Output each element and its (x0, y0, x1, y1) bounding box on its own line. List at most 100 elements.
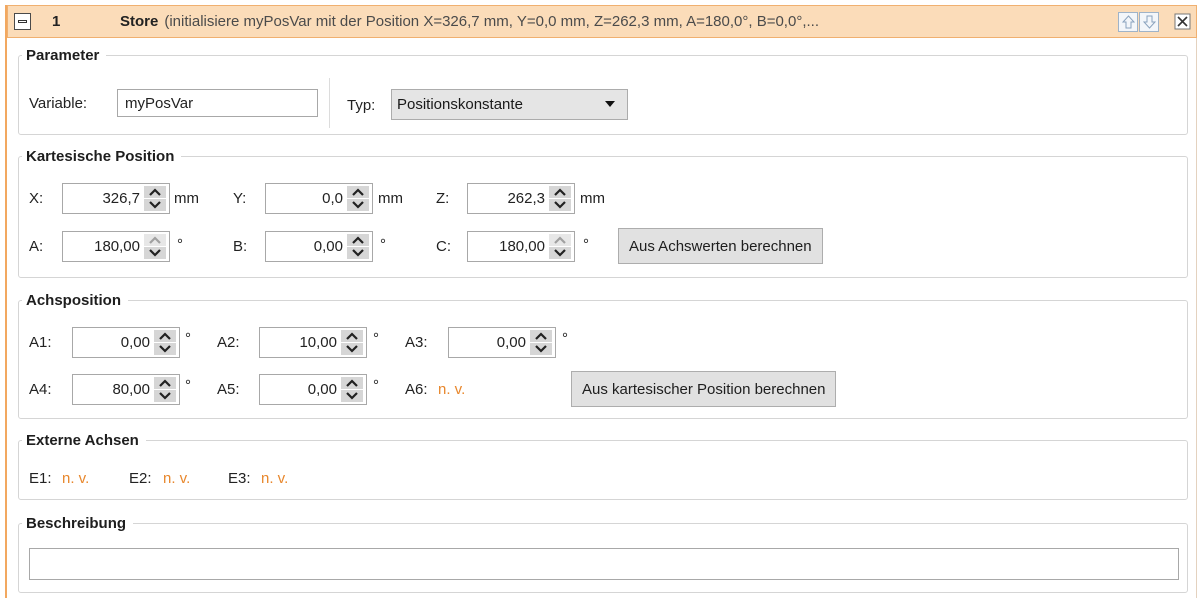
a5-decrement-button[interactable] (341, 390, 363, 402)
description-input[interactable] (29, 548, 1179, 580)
a-spinner[interactable] (144, 234, 166, 259)
a1-spinner[interactable] (154, 330, 176, 355)
chevron-up-icon (159, 379, 171, 387)
b-spinner[interactable] (347, 234, 369, 259)
a-value-input[interactable]: 180,00 (62, 231, 170, 262)
a1-value: 0,00 (120, 334, 150, 351)
y-value-input[interactable]: 0,0 (265, 183, 373, 214)
a5-unit: ° (373, 377, 379, 394)
move-down-button[interactable] (1139, 12, 1159, 32)
a2-spinner[interactable] (341, 330, 363, 355)
e2-label: E2: (129, 470, 152, 487)
z-value: 262,3 (507, 190, 545, 207)
y-increment-button[interactable] (347, 186, 369, 198)
calc-from-axes-button[interactable]: Aus Achswerten berechnen (618, 228, 823, 264)
a4-decrement-button[interactable] (154, 390, 176, 402)
a4-value: 80,00 (112, 381, 150, 398)
y-decrement-button[interactable] (347, 199, 369, 211)
chevron-down-icon (554, 249, 566, 257)
e1-not-available: n. v. (62, 470, 90, 487)
a4-label: A4: (29, 381, 52, 398)
c-increment-button[interactable] (549, 234, 571, 246)
a1-unit: ° (185, 330, 191, 347)
x-spinner[interactable] (144, 186, 166, 211)
z-spinner[interactable] (549, 186, 571, 211)
x-increment-button[interactable] (144, 186, 166, 198)
x-value-input[interactable]: 326,7 (62, 183, 170, 214)
a5-increment-button[interactable] (341, 377, 363, 389)
a3-unit: ° (562, 330, 568, 347)
a4-spinner[interactable] (154, 377, 176, 402)
a3-value-input[interactable]: 0,00 (448, 327, 556, 358)
a3-decrement-button[interactable] (530, 343, 552, 355)
typ-dropdown[interactable]: Positionskonstante (391, 89, 628, 120)
c-decrement-button[interactable] (549, 247, 571, 259)
store-command-panel: 1 Store (initialisiere myPosVar mit der P… (5, 5, 1197, 598)
x-label: X: (29, 190, 44, 207)
external-axes-group: Externe Achsen (18, 432, 1188, 500)
a3-value: 0,00 (496, 334, 526, 351)
a-label: A: (29, 238, 44, 255)
calc-from-cartesian-button[interactable]: Aus kartesischer Position berechnen (571, 371, 837, 407)
chevron-up-icon (346, 379, 358, 387)
command-header[interactable]: 1 Store (initialisiere myPosVar mit der P… (7, 5, 1197, 38)
c-spinner[interactable] (549, 234, 571, 259)
x-decrement-button[interactable] (144, 199, 166, 211)
x-value: 326,7 (102, 190, 140, 207)
move-up-button[interactable] (1118, 12, 1138, 32)
a1-decrement-button[interactable] (154, 343, 176, 355)
z-decrement-button[interactable] (549, 199, 571, 211)
a5-value-input[interactable]: 0,00 (259, 374, 367, 405)
b-value-input[interactable]: 0,00 (265, 231, 373, 262)
c-label: C: (436, 238, 451, 255)
c-unit: ° (583, 236, 589, 253)
a1-value-input[interactable]: 0,00 (72, 327, 180, 358)
y-spinner[interactable] (347, 186, 369, 211)
a1-increment-button[interactable] (154, 330, 176, 342)
chevron-up-icon (554, 236, 566, 244)
collapse-button[interactable] (14, 13, 31, 30)
chevron-down-icon (535, 345, 547, 353)
chevron-down-icon (149, 249, 161, 257)
z-increment-button[interactable] (549, 186, 571, 198)
command-index: 1 (52, 13, 61, 30)
b-increment-button[interactable] (347, 234, 369, 246)
a2-value-input[interactable]: 10,00 (259, 327, 367, 358)
b-decrement-button[interactable] (347, 247, 369, 259)
chevron-up-icon (352, 188, 364, 196)
command-name: Store (120, 13, 159, 30)
a4-increment-button[interactable] (154, 377, 176, 389)
e2-not-available: n. v. (163, 470, 191, 487)
a-unit: ° (177, 236, 183, 253)
arrow-down-icon (1143, 15, 1156, 29)
a5-spinner[interactable] (341, 377, 363, 402)
a2-increment-button[interactable] (341, 330, 363, 342)
y-label: Y: (233, 190, 247, 207)
delete-button[interactable] (1174, 12, 1192, 32)
parameter-divider (329, 78, 330, 128)
typ-selected-value: Positionskonstante (397, 96, 523, 113)
command-summary: (initialisiere myPosVar mit der Position… (164, 13, 819, 30)
z-value-input[interactable]: 262,3 (467, 183, 575, 214)
variable-input[interactable] (117, 89, 318, 117)
b-unit: ° (380, 236, 386, 253)
b-label: B: (233, 238, 248, 255)
description-legend: Beschreibung (26, 515, 127, 532)
a3-increment-button[interactable] (530, 330, 552, 342)
chevron-up-icon (346, 332, 358, 340)
chevron-up-icon (554, 188, 566, 196)
a1-label: A1: (29, 334, 52, 351)
c-value-input[interactable]: 180,00 (467, 231, 575, 262)
chevron-down-icon (149, 201, 161, 209)
a-decrement-button[interactable] (144, 247, 166, 259)
a3-spinner[interactable] (530, 330, 552, 355)
z-label: Z: (436, 190, 450, 207)
chevron-up-icon (535, 332, 547, 340)
chevron-down-icon (554, 201, 566, 209)
a4-value-input[interactable]: 80,00 (72, 374, 180, 405)
cartesian-position-group: Kartesische Position (18, 148, 1188, 278)
a-increment-button[interactable] (144, 234, 166, 246)
a5-value: 0,00 (307, 381, 337, 398)
chevron-down-icon (605, 101, 615, 107)
a2-decrement-button[interactable] (341, 343, 363, 355)
